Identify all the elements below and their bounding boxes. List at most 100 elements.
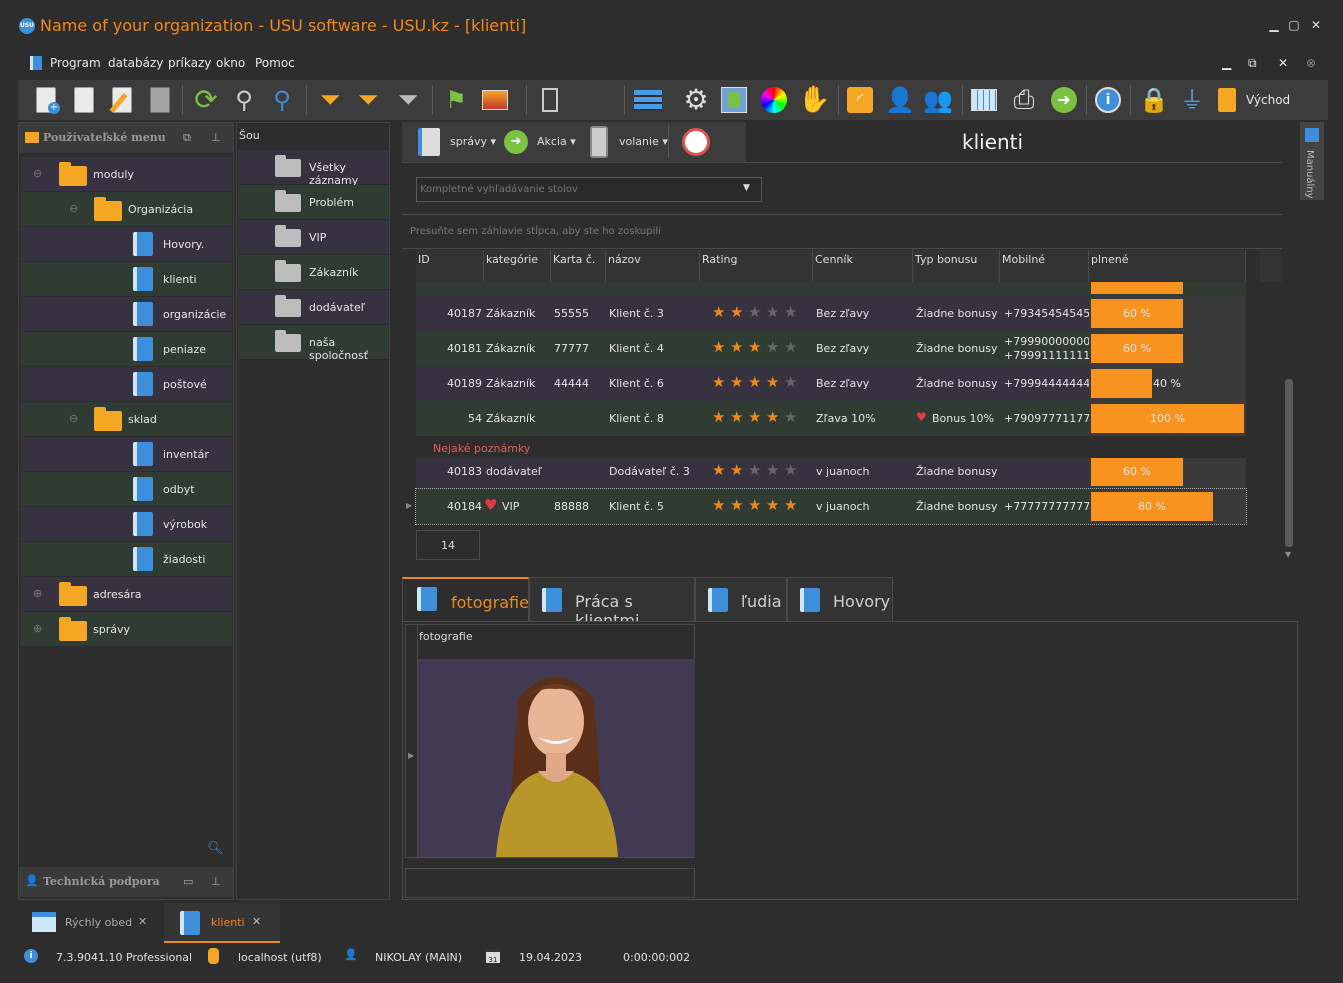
minimize-icon[interactable]: ▁ (1265, 16, 1283, 34)
col-header-mobile[interactable]: Mobilné (1000, 250, 1089, 282)
show-item-dodavatel[interactable]: dodávateľ (238, 290, 389, 324)
rating-star-icon[interactable]: ★ (748, 340, 761, 355)
rating-star-icon[interactable]: ★ (748, 410, 761, 425)
menu-prikazy[interactable]: príkazy (168, 56, 211, 70)
maximize-icon[interactable]: ▢ (1285, 16, 1303, 34)
tab-ludia[interactable]: ľudia (695, 577, 787, 621)
pin-icon[interactable]: ⊥ (211, 131, 221, 144)
tab-praca-s-klientmi[interactable]: Práca s klientmi (529, 577, 695, 630)
tree-item-adresara[interactable]: ⊕ adresára (21, 577, 232, 611)
col-header-rating[interactable]: Rating (700, 250, 813, 282)
rating-star-icon[interactable]: ★ (766, 498, 779, 513)
rating-star-icon[interactable]: ★ (712, 305, 725, 320)
menu-program[interactable]: Program (50, 56, 101, 70)
image-button[interactable] (480, 84, 512, 116)
tree-item-postove[interactable]: poštové (21, 367, 232, 401)
call-dropdown[interactable]: volanie ▾ (619, 135, 668, 148)
table-row[interactable]: 40184 VIP 88888 Klient č. 5 v juanoch Žiadne … (406, 488, 1247, 525)
tab-hovory[interactable]: Hovory (787, 577, 893, 621)
search-icon[interactable]: ⚲ (228, 84, 260, 116)
scroll-down-icon[interactable]: ▼ (1285, 550, 1291, 559)
tab-close-icon[interactable]: ✕ (252, 915, 261, 928)
mdi-extra-icon[interactable]: ⊗ (1306, 56, 1316, 70)
filter-rows-icon[interactable]: ⏷ (352, 84, 384, 116)
rating-star-icon[interactable]: ★ (766, 410, 779, 425)
expand-icon[interactable]: ⊖ (69, 412, 78, 425)
tree-search-icon[interactable]: 🔍︎ (207, 841, 224, 856)
rating-star-icon[interactable]: ★ (730, 305, 743, 320)
scroll-thumb[interactable] (1285, 379, 1293, 547)
tree-item-organizacia[interactable]: ⊖ Organizácia (21, 192, 232, 226)
expand-icon[interactable]: ⊖ (33, 167, 42, 180)
clock-icon[interactable] (682, 128, 710, 156)
tree-item-vyrobok[interactable]: výrobok (21, 507, 232, 541)
rating-star-icon[interactable]: ★ (712, 498, 725, 513)
table-row[interactable]: 40189 Zákazník 44444 Klient č. 6 Bez zľavy Ži… (416, 366, 1246, 401)
close-icon[interactable]: ✕ (1307, 16, 1325, 34)
tree-item-klienti[interactable]: klienti (21, 262, 232, 296)
go-button[interactable]: ➜ (1048, 84, 1080, 116)
clear-filter-icon[interactable]: ⏷ (392, 84, 424, 116)
rating-star-icon[interactable]: ★ (712, 463, 725, 478)
rating-star-icon[interactable]: ★ (766, 375, 779, 390)
rating-star-icon[interactable]: ★ (784, 463, 797, 478)
settings-icon[interactable]: ⚙ (680, 84, 712, 116)
user-icon[interactable]: 👤 (884, 84, 916, 116)
table-row[interactable]: 54 Zákazník Klient č. 8 Zľava 10% Bonus 10% +… (416, 401, 1246, 436)
users-icon[interactable]: 👥 (922, 84, 954, 116)
col-header-bonus[interactable]: Typ bonusu (913, 250, 1000, 282)
mdi-restore-icon[interactable]: ⧉ (1248, 56, 1257, 71)
panel-float-icon[interactable]: ⧉ (183, 131, 191, 145)
color-button[interactable] (758, 84, 790, 116)
export-button[interactable] (534, 84, 566, 116)
rating-star-icon[interactable]: ★ (712, 340, 725, 355)
col-header-card[interactable]: Karta č. (551, 250, 606, 282)
rating-star-icon[interactable]: ★ (784, 340, 797, 355)
rating-star-icon[interactable]: ★ (766, 463, 779, 478)
grid-scrollbar[interactable]: ▼ (1282, 164, 1296, 564)
table-button[interactable] (968, 84, 1000, 116)
rating-star-icon[interactable]: ★ (766, 340, 779, 355)
print-icon[interactable]: ⎙ (1008, 84, 1040, 116)
tree-item-sklad[interactable]: ⊖ sklad (21, 402, 232, 436)
rating-star-icon[interactable]: ★ (712, 375, 725, 390)
menu-pomoc[interactable]: Pomoc (255, 56, 295, 70)
hand-icon[interactable]: ✋ (798, 84, 830, 116)
rating-star-icon[interactable]: ★ (784, 375, 797, 390)
rating-star-icon[interactable]: ★ (784, 410, 797, 425)
rating-star-icon[interactable]: ★ (730, 498, 743, 513)
table-row[interactable]: 40183 dodávateľ Dodávateľ č. 3 v juanoch Žia… (416, 454, 1246, 489)
rating-star-icon[interactable]: ★ (748, 463, 761, 478)
reports-dropdown[interactable]: správy ▾ (450, 135, 496, 148)
map-button[interactable] (718, 84, 750, 116)
tree-item-ziadosti[interactable]: žiadosti (21, 542, 232, 576)
rating-star-icon[interactable]: ★ (730, 463, 743, 478)
tab-fotografie[interactable]: fotografie (402, 577, 529, 621)
rating-star-icon[interactable]: ★ (748, 375, 761, 390)
tree-item-moduly[interactable]: ⊖ moduly (21, 157, 232, 191)
col-header-completed[interactable]: plnené (1089, 250, 1246, 282)
expand-icon[interactable]: ⊕ (33, 622, 42, 635)
filter-icon[interactable]: ⏷ (314, 84, 346, 116)
tree-item-hovory[interactable]: Hovory. (21, 227, 232, 261)
grid-view-button[interactable] (632, 84, 664, 116)
rating-star-icon[interactable]: ★ (730, 340, 743, 355)
panel-minimize-icon[interactable]: ▭ (183, 875, 193, 888)
manual-side-tab[interactable]: Manuálny (1300, 122, 1324, 200)
tree-item-inventar[interactable]: inventár (21, 437, 232, 471)
search-field[interactable] (418, 179, 736, 200)
tree-item-organizacie[interactable]: organizácie (21, 297, 232, 331)
doc-tab-rychly-obed[interactable]: Rýchly obed ✕ (18, 903, 164, 941)
rating-star-icon[interactable]: ★ (748, 498, 761, 513)
refresh-icon[interactable]: ⟳ (190, 84, 222, 116)
edit-button[interactable] (106, 84, 138, 116)
doc-tab-klienti[interactable]: klienti ✕ (164, 903, 280, 943)
table-row[interactable]: 40181 Zákazník 77777 Klient č. 4 Bez zľavy Ži… (416, 331, 1246, 366)
table-row[interactable]: 40187 Zákazník 55555 Klient č. 3 Bez zľavy Ži… (416, 296, 1246, 331)
tree-item-odbyt[interactable]: odbyt (21, 472, 232, 506)
chevron-down-icon[interactable]: ▼ (743, 183, 750, 193)
show-item-vip[interactable]: VIP (238, 220, 389, 254)
menu-okno[interactable]: okno (216, 56, 245, 70)
tree-item-peniaze[interactable]: peniaze (21, 332, 232, 366)
technical-support-header[interactable]: 👤 Technická podpora ▭ ⊥ (19, 867, 233, 897)
